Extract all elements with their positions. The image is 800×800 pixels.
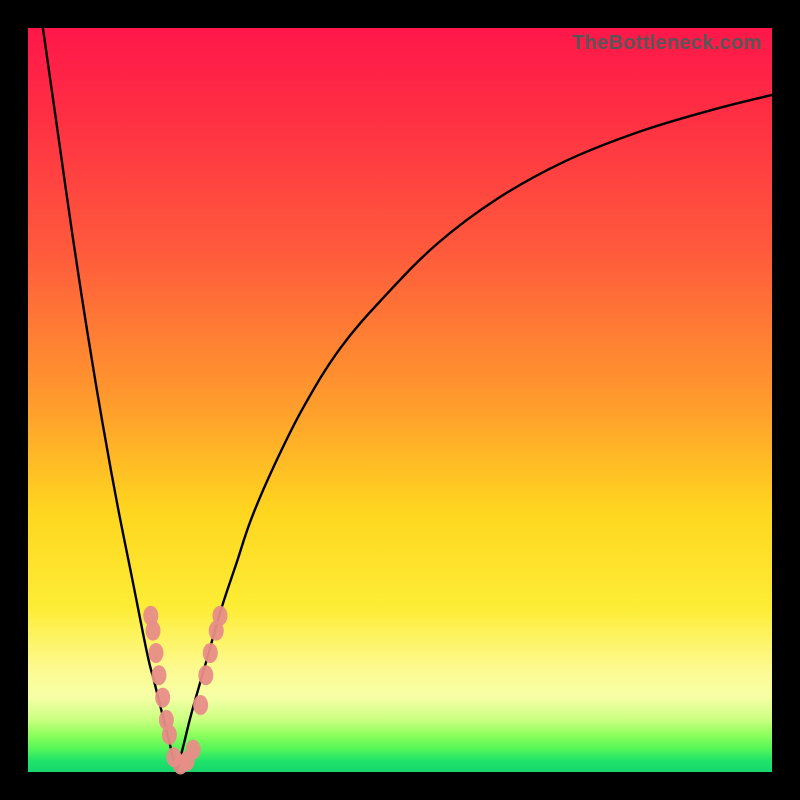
marker-point (193, 695, 208, 715)
curve-right-branch (177, 95, 772, 772)
marker-point (203, 643, 218, 663)
marker-point (162, 725, 177, 745)
plot-area: TheBottleneck.com (28, 28, 772, 772)
marker-point (151, 665, 166, 685)
marker-point (155, 688, 170, 708)
marker-point (198, 665, 213, 685)
marker-point (145, 621, 160, 641)
outer-frame: TheBottleneck.com (0, 0, 800, 800)
chart-svg (28, 28, 772, 772)
marker-point (148, 643, 163, 663)
marker-point (212, 606, 227, 626)
marker-point (186, 740, 201, 760)
